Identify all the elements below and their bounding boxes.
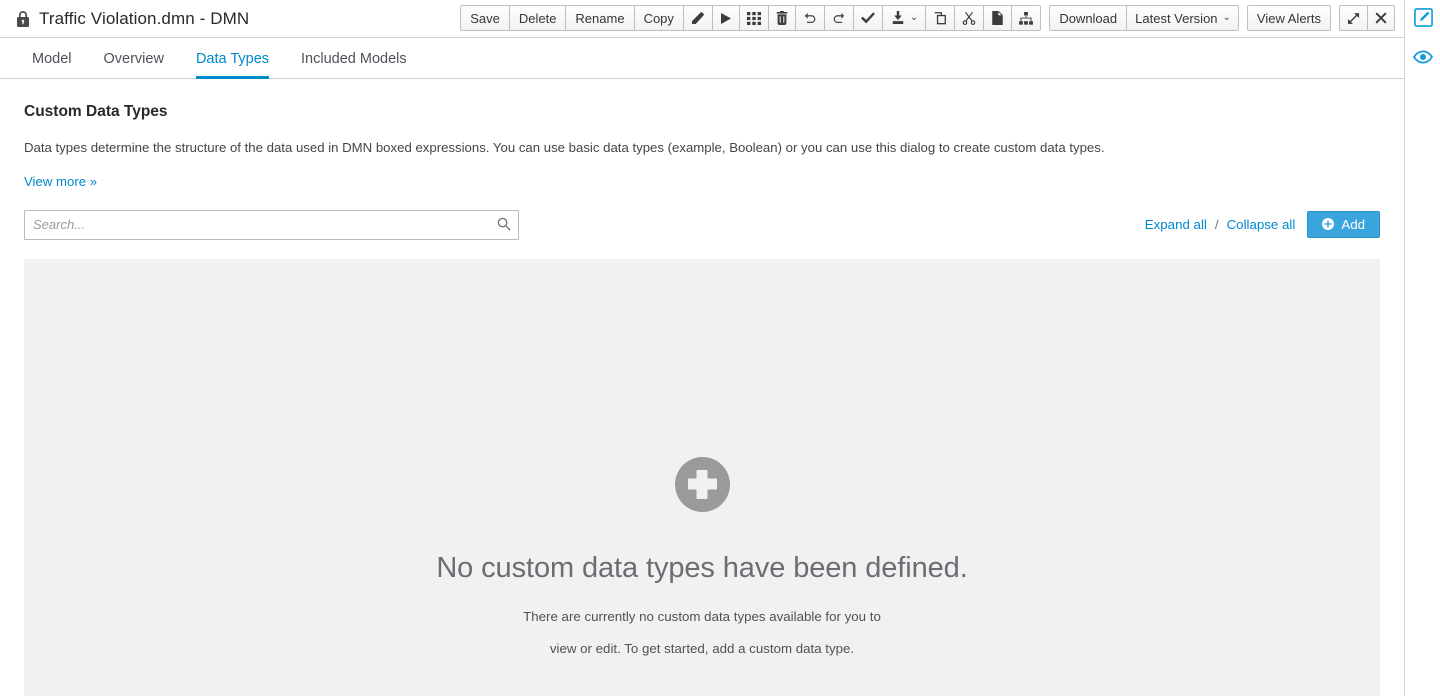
play-icon-button[interactable] (712, 5, 740, 31)
tab-included-models[interactable]: Included Models (285, 51, 423, 78)
delete-button[interactable]: Delete (509, 5, 567, 31)
view-alerts-button[interactable]: View Alerts (1246, 5, 1331, 31)
main-content: Custom Data Types Data types determine t… (0, 79, 1404, 696)
empty-state-description: There are currently no custom data types… (523, 601, 881, 665)
page-title: Custom Data Types (24, 103, 168, 120)
empty-state-line-2: view or edit. To get started, add a cust… (549, 640, 855, 656)
collapse-all-link[interactable]: Collapse all (1227, 217, 1296, 232)
grid-icon-button[interactable] (739, 5, 769, 31)
redo-icon (832, 11, 846, 25)
file-title: Traffic Violation.dmn - DMN (39, 8, 250, 28)
right-icon-rail (1406, 0, 1440, 696)
plus-circle-icon[interactable] (674, 456, 730, 512)
lock-icon (16, 10, 30, 27)
add-data-type-button[interactable]: Add (1307, 211, 1380, 239)
eraser-icon-button[interactable] (683, 5, 713, 31)
hierarchy-button[interactable] (1012, 5, 1042, 31)
eye-icon[interactable] (1412, 50, 1434, 69)
scissors-icon (962, 11, 976, 25)
editor-window: Traffic Violation.dmn - DMN Save Delete … (0, 0, 1405, 696)
close-button[interactable] (1368, 5, 1395, 31)
close-icon (1375, 12, 1387, 24)
download-button[interactable]: Download (1049, 5, 1128, 31)
tab-data-types[interactable]: Data Types (180, 51, 285, 79)
title-bar: Traffic Violation.dmn - DMN Save Delete … (0, 0, 1404, 38)
toolbar-group-window (1339, 5, 1395, 31)
expand-arrows-icon (1347, 12, 1360, 25)
save-as-button[interactable]: ⌄ (882, 5, 927, 31)
tab-overview[interactable]: Overview (88, 51, 180, 78)
data-types-empty-panel: No custom data types have been defined. … (24, 258, 1380, 696)
empty-state-title: No custom data types have been defined. (436, 551, 968, 584)
title-area: Traffic Violation.dmn - DMN (0, 9, 249, 29)
right-controls: Expand all / Collapse all Add (1145, 211, 1380, 239)
expand-all-link[interactable]: Expand all (1145, 217, 1207, 232)
trash-icon-button[interactable] (768, 5, 796, 31)
tab-bar: Model Overview Data Types Included Model… (0, 38, 1404, 79)
grid-icon (746, 11, 761, 25)
section-description: Data types determine the structure of th… (24, 140, 1105, 155)
toolbar-group-file: Save Delete Rename Copy ⌄ (460, 5, 1042, 31)
paste-button[interactable] (984, 5, 1013, 31)
copy-button[interactable]: Copy (634, 5, 684, 31)
plus-circle-icon (1322, 217, 1335, 232)
sitemap-icon (1019, 11, 1034, 25)
controls-separator: / (1214, 217, 1219, 233)
toolbar-group-alerts: View Alerts (1246, 5, 1331, 31)
rename-button[interactable]: Rename (566, 5, 635, 31)
cut-button[interactable] (955, 5, 985, 31)
save-button[interactable]: Save (460, 5, 510, 31)
search-input[interactable] (24, 209, 519, 240)
play-icon (720, 12, 732, 25)
search-box (24, 209, 519, 240)
maximize-button[interactable] (1339, 5, 1368, 31)
paste-icon (991, 11, 1004, 25)
save-to-disk-icon (891, 11, 905, 25)
trash-icon (776, 11, 788, 25)
duplicate-icon (933, 11, 947, 25)
chevron-down-icon: ⌄ (1222, 12, 1231, 23)
eraser-icon (691, 11, 705, 25)
edit-pencil-icon[interactable] (1413, 8, 1433, 32)
version-dropdown[interactable]: Latest Version ⌄ (1127, 5, 1239, 31)
validate-button[interactable] (853, 5, 883, 31)
check-icon (860, 12, 875, 24)
undo-icon (803, 11, 817, 25)
undo-button[interactable] (795, 5, 825, 31)
version-label: Latest Version (1135, 10, 1218, 26)
add-button-label: Add (1341, 217, 1365, 233)
tab-model[interactable]: Model (16, 51, 88, 78)
controls-row: Expand all / Collapse all Add (24, 209, 1380, 240)
redo-button[interactable] (824, 5, 854, 31)
app-root: Traffic Violation.dmn - DMN Save Delete … (0, 0, 1440, 696)
empty-state-line-1: There are currently no custom data types… (523, 608, 881, 624)
chevron-down-icon: ⌄ (909, 12, 919, 23)
duplicate-button[interactable] (926, 5, 956, 31)
toolbar-group-download: Download Latest Version ⌄ (1049, 5, 1239, 31)
view-more-link[interactable]: View more » (24, 174, 97, 189)
toolbar: Save Delete Rename Copy ⌄ Download Lates… (460, 5, 1395, 31)
